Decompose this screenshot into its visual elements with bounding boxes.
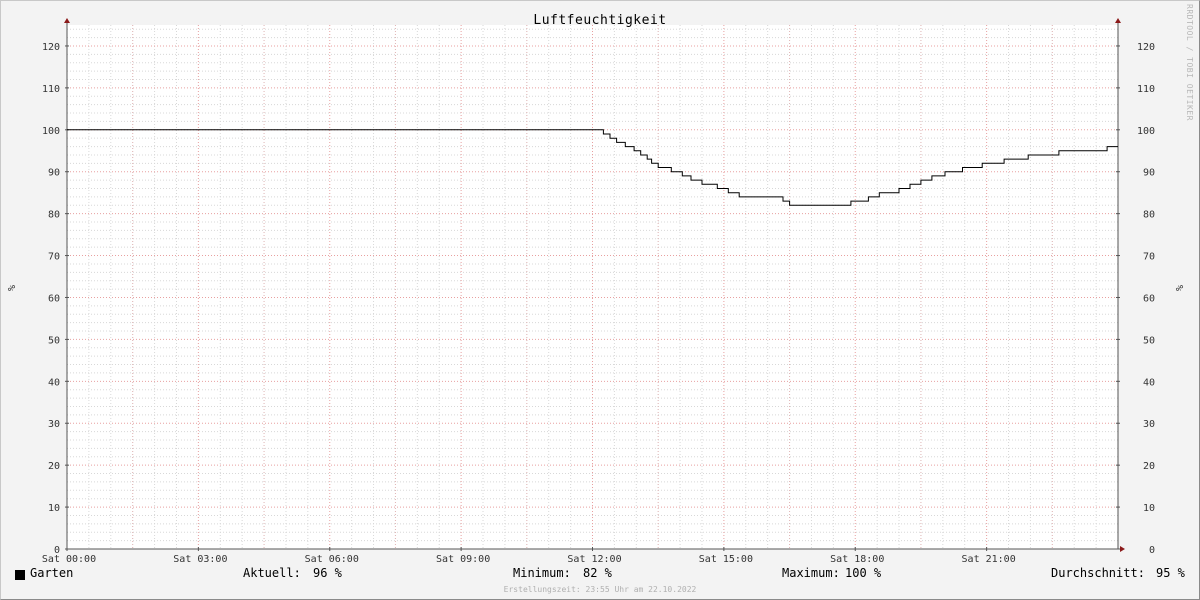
y-axis-right-arrow xyxy=(1115,18,1121,23)
y-tick-label-right: 50 xyxy=(1143,335,1155,346)
y-tick-label-left: 10 xyxy=(48,503,60,514)
min-label: Minimum: xyxy=(513,566,571,580)
y-ticks-right: 0 10 20 30 40 50 60 70 80 90 100 110 120 xyxy=(1116,42,1155,556)
y-tick-label-left: 50 xyxy=(48,335,60,346)
x-ticks: Sat 00:00 Sat 03:00 Sat 06:00 Sat 09:00 Sat … xyxy=(42,547,1016,565)
legend-series-name: Garten xyxy=(30,566,74,580)
x-tick-label: Sat 00:00 xyxy=(42,554,96,565)
x-tick-label: Sat 12:00 xyxy=(567,554,621,565)
min-value: 82 % xyxy=(583,566,612,580)
y-tick-label-left: 20 xyxy=(48,461,60,472)
y-tick-label-right: 0 xyxy=(1149,545,1155,556)
y-axis-left-arrow xyxy=(64,18,70,23)
y-tick-label-right: 60 xyxy=(1143,293,1155,304)
avg-label: Durchschnitt: xyxy=(1051,566,1145,580)
chart: 0 10 20 30 40 50 60 70 80 90 100 110 120 0 10 20 30 40 50… xyxy=(5,4,1194,565)
y-tick-label-left: 60 xyxy=(48,293,60,304)
current-label: Aktuell: xyxy=(243,566,301,580)
x-tick-label: Sat 21:00 xyxy=(962,554,1016,565)
y-tick-label-right: 10 xyxy=(1143,503,1155,514)
legend-swatch xyxy=(15,570,25,580)
y-tick-label-left: 40 xyxy=(48,377,60,388)
y-tick-label-left: 90 xyxy=(48,168,60,179)
x-tick-label: Sat 18:00 xyxy=(830,554,884,565)
x-tick-label: Sat 09:00 xyxy=(436,554,490,565)
y-tick-label-right: 120 xyxy=(1137,42,1155,53)
footer-timestamp: Erstellungszeit: 23:55 Uhr am 22.10.2022 xyxy=(503,585,697,594)
y-tick-label-left: 80 xyxy=(48,210,60,221)
x-tick-label: Sat 15:00 xyxy=(699,554,753,565)
y-axis-label-left: % xyxy=(5,285,16,291)
watermark: RRDTOOL / TOBI OETIKER xyxy=(1185,4,1194,121)
y-tick-label-right: 20 xyxy=(1143,461,1155,472)
y-tick-label-left: 30 xyxy=(48,419,60,430)
y-tick-label-right: 100 xyxy=(1137,126,1155,137)
y-tick-label-right: 40 xyxy=(1143,377,1155,388)
x-tick-label: Sat 03:00 xyxy=(173,554,227,565)
y-tick-label-right: 30 xyxy=(1143,419,1155,430)
x-axis-arrow xyxy=(1120,546,1125,552)
y-tick-label-left: 70 xyxy=(48,252,60,263)
y-tick-label-right: 90 xyxy=(1143,168,1155,179)
y-tick-label-left: 100 xyxy=(42,126,60,137)
chart-title: Luftfeuchtigkeit xyxy=(533,13,666,28)
max-label: Maximum: xyxy=(782,566,840,580)
y-tick-label-right: 110 xyxy=(1137,84,1155,95)
y-tick-label-right: 80 xyxy=(1143,210,1155,221)
y-ticks-left: 0102030405060708090100110120 xyxy=(42,42,69,556)
avg-value: 95 % xyxy=(1156,566,1185,580)
max-value: 100 % xyxy=(845,566,882,580)
x-tick-label: Sat 06:00 xyxy=(305,554,359,565)
y-tick-label-left: 110 xyxy=(42,84,60,95)
y-tick-label-right: 70 xyxy=(1143,252,1155,263)
legend-row: Garten Aktuell: 96 % Minimum: 82 % Maxim… xyxy=(0,566,1200,584)
y-tick-label-left: 120 xyxy=(42,42,60,53)
current-value: 96 % xyxy=(313,566,342,580)
y-axis-label-right: % xyxy=(1173,285,1184,291)
